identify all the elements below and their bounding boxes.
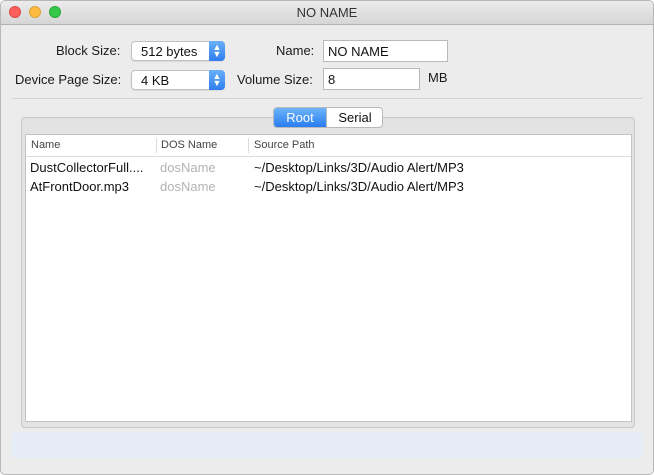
chevron-updown-icon: ▲ ▼ — [209, 41, 225, 61]
column-header-dos-name[interactable]: DOS Name — [161, 139, 217, 151]
chevron-updown-icon: ▲ ▼ — [209, 70, 225, 90]
tab-serial[interactable]: Serial — [326, 108, 382, 127]
device-page-size-value: 4 KB — [141, 73, 170, 88]
source-path-cell: ~/Desktop/Links/3D/Audio Alert/MP3 — [254, 179, 464, 194]
table-row[interactable]: AtFrontDoor.mp3 dosName ~/Desktop/Links/… — [26, 177, 631, 196]
column-header-source-path[interactable]: Source Path — [254, 139, 315, 151]
tab-control: Root Serial — [273, 107, 383, 128]
table-header: Name DOS Name Source Path — [26, 135, 631, 157]
volume-size-label: Volume Size: — [237, 72, 313, 87]
app-window: NO NAME Block Size: 512 bytes ▲ ▼ Device … — [0, 0, 654, 475]
window-title: NO NAME — [296, 5, 358, 20]
name-field[interactable] — [323, 40, 448, 62]
column-divider[interactable] — [248, 138, 249, 153]
file-name-cell: AtFrontDoor.mp3 — [30, 179, 129, 194]
column-divider[interactable] — [156, 138, 157, 153]
block-size-popup[interactable]: 512 bytes ▲ ▼ — [131, 41, 225, 61]
files-table[interactable]: Name DOS Name Source Path DustCollectorF… — [25, 134, 632, 422]
status-bar — [11, 432, 643, 458]
device-page-size-popup[interactable]: 4 KB ▲ ▼ — [131, 70, 225, 90]
block-size-value: 512 bytes — [141, 44, 198, 59]
name-label: Name: — [276, 43, 315, 58]
title-bar[interactable]: NO NAME — [1, 1, 653, 25]
device-page-size-label: Device Page Size: — [15, 72, 122, 87]
file-name-cell: DustCollectorFull.... — [30, 160, 144, 175]
column-header-name[interactable]: Name — [31, 139, 60, 151]
dos-name-cell[interactable]: dosName — [160, 160, 216, 175]
separator — [12, 98, 642, 99]
volume-size-field[interactable] — [323, 68, 420, 90]
block-size-label: Block Size: — [56, 43, 121, 58]
dos-name-cell[interactable]: dosName — [160, 179, 216, 194]
table-row[interactable]: DustCollectorFull.... dosName ~/Desktop/… — [26, 158, 631, 177]
source-path-cell: ~/Desktop/Links/3D/Audio Alert/MP3 — [254, 160, 464, 175]
volume-size-unit: MB — [428, 70, 448, 85]
tab-root[interactable]: Root — [274, 108, 326, 127]
